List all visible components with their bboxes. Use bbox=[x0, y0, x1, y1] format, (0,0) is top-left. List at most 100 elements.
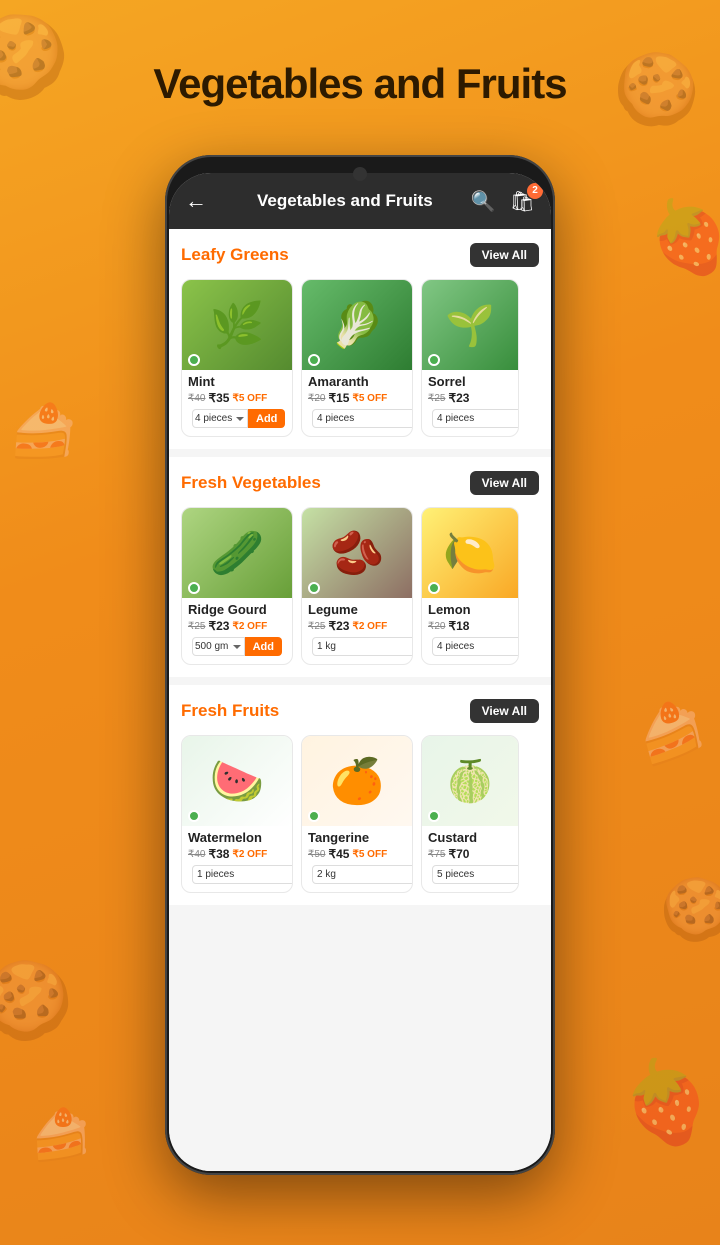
price-old-watermelon: ₹40 bbox=[188, 849, 206, 860]
products-row-leafy: 🌿 Mint ₹40 ₹35 ₹5 OFF bbox=[181, 279, 539, 437]
add-button-mint[interactable]: Add bbox=[248, 409, 285, 428]
view-all-leafy-button[interactable]: View All bbox=[470, 243, 539, 267]
section-fresh-fruits: Fresh Fruits View All 🍉 Watermelon bbox=[169, 685, 551, 905]
view-all-fruits-button[interactable]: View All bbox=[470, 699, 539, 723]
qty-input-tangerine[interactable] bbox=[312, 865, 413, 884]
product-info-ridge-gourd: Ridge Gourd ₹25 ₹23 ₹2 OFF 500 gm 250 gm bbox=[182, 598, 292, 656]
price-off-mint: ₹5 OFF bbox=[232, 393, 267, 404]
app-content: Leafy Greens View All 🌿 Mint ₹40 bbox=[169, 229, 551, 1171]
fresh-indicator-mint bbox=[188, 354, 200, 366]
product-prices-amaranth: ₹20 ₹15 ₹5 OFF bbox=[308, 391, 406, 405]
product-card-ridge-gourd: 🥒 Ridge Gourd ₹25 ₹23 ₹2 OFF bbox=[181, 507, 293, 665]
qty-input-lemon[interactable] bbox=[432, 637, 519, 656]
price-off-amaranth: ₹5 OFF bbox=[352, 393, 387, 404]
products-row-fruits: 🍉 Watermelon ₹40 ₹38 ₹2 OFF bbox=[181, 735, 539, 893]
price-new-mint: ₹35 bbox=[209, 391, 230, 405]
product-controls-watermelon: Add bbox=[188, 865, 286, 884]
product-info-mint: Mint ₹40 ₹35 ₹5 OFF 4 pieces 2 pieces bbox=[182, 370, 292, 428]
product-card-watermelon: 🍉 Watermelon ₹40 ₹38 ₹2 OFF bbox=[181, 735, 293, 893]
section-header-fruits: Fresh Fruits View All bbox=[181, 699, 539, 723]
fresh-indicator-custard bbox=[428, 810, 440, 822]
product-image-lemon: 🍋 bbox=[422, 508, 518, 598]
product-prices-watermelon: ₹40 ₹38 ₹2 OFF bbox=[188, 847, 286, 861]
fresh-indicator-amaranth bbox=[308, 354, 320, 366]
product-prices-custard: ₹75 ₹70 bbox=[428, 847, 512, 861]
fresh-indicator-watermelon bbox=[188, 810, 200, 822]
product-card-amaranth: 🥬 Amaranth ₹20 ₹15 ₹5 OFF bbox=[301, 279, 413, 437]
product-name-tangerine: Tangerine bbox=[308, 830, 406, 845]
price-off-tangerine: ₹5 OFF bbox=[352, 849, 387, 860]
product-prices-tangerine: ₹50 ₹45 ₹5 OFF bbox=[308, 847, 406, 861]
product-info-amaranth: Amaranth ₹20 ₹15 ₹5 OFF Add bbox=[302, 370, 412, 428]
product-name-lemon: Lemon bbox=[428, 602, 512, 617]
product-prices-ridge-gourd: ₹25 ₹23 ₹2 OFF bbox=[188, 619, 286, 633]
qty-input-custard[interactable] bbox=[432, 865, 519, 884]
section-leafy-greens: Leafy Greens View All 🌿 Mint ₹40 bbox=[169, 229, 551, 449]
price-old-legume: ₹25 bbox=[308, 621, 326, 632]
price-off-watermelon: ₹2 OFF bbox=[232, 849, 267, 860]
app-header: ← Vegetables and Fruits 🔍 🛍 2 bbox=[169, 173, 551, 229]
product-controls-mint: 4 pieces 2 pieces 6 pieces Add bbox=[188, 409, 286, 428]
cart-badge: 2 bbox=[527, 183, 543, 199]
price-old-custard: ₹75 bbox=[428, 849, 446, 860]
product-image-ridge-gourd: 🥒 bbox=[182, 508, 292, 598]
product-name-custard: Custard bbox=[428, 830, 512, 845]
product-info-custard: Custard ₹75 ₹70 bbox=[422, 826, 518, 884]
price-new-watermelon: ₹38 bbox=[209, 847, 230, 861]
product-info-watermelon: Watermelon ₹40 ₹38 ₹2 OFF Add bbox=[182, 826, 292, 884]
product-info-lemon: Lemon ₹20 ₹18 bbox=[422, 598, 518, 656]
product-controls-sorrel bbox=[428, 409, 512, 428]
page-title: Vegetables and Fruits bbox=[0, 60, 720, 108]
product-controls-lemon bbox=[428, 637, 512, 656]
product-card-tangerine: 🍊 Tangerine ₹50 ₹45 ₹5 OFF bbox=[301, 735, 413, 893]
product-image-mint: 🌿 bbox=[182, 280, 292, 370]
price-old-mint: ₹40 bbox=[188, 393, 206, 404]
price-off-ridge-gourd: ₹2 OFF bbox=[232, 621, 267, 632]
qty-input-amaranth[interactable] bbox=[312, 409, 413, 428]
add-button-ridge-gourd[interactable]: Add bbox=[245, 637, 282, 656]
search-icon[interactable]: 🔍 bbox=[471, 189, 496, 214]
products-row-vegetables: 🥒 Ridge Gourd ₹25 ₹23 ₹2 OFF bbox=[181, 507, 539, 665]
header-title: Vegetables and Fruits bbox=[219, 191, 471, 211]
product-prices-legume: ₹25 ₹23 ₹2 OFF bbox=[308, 619, 406, 633]
product-controls-tangerine: Add bbox=[308, 865, 406, 884]
product-card-mint: 🌿 Mint ₹40 ₹35 ₹5 OFF bbox=[181, 279, 293, 437]
price-new-ridge-gourd: ₹23 bbox=[209, 619, 230, 633]
cart-icon[interactable]: 🛍 2 bbox=[510, 189, 535, 214]
header-icons: 🔍 🛍 2 bbox=[471, 189, 535, 214]
qty-select-ridge-gourd[interactable]: 500 gm 250 gm 1 kg bbox=[192, 637, 245, 656]
section-header-vegetables: Fresh Vegetables View All bbox=[181, 471, 539, 495]
price-new-sorrel: ₹23 bbox=[449, 391, 470, 405]
phone-screen: ← Vegetables and Fruits 🔍 🛍 2 Leafy Gree… bbox=[169, 173, 551, 1171]
qty-input-legume[interactable] bbox=[312, 637, 413, 656]
phone-notch bbox=[353, 167, 367, 181]
price-old-sorrel: ₹25 bbox=[428, 393, 446, 404]
product-name-legume: Legume bbox=[308, 602, 406, 617]
product-prices-mint: ₹40 ₹35 ₹5 OFF bbox=[188, 391, 286, 405]
qty-select-mint[interactable]: 4 pieces 2 pieces 6 pieces bbox=[192, 409, 248, 428]
price-new-lemon: ₹18 bbox=[449, 619, 470, 633]
view-all-vegetables-button[interactable]: View All bbox=[470, 471, 539, 495]
price-old-tangerine: ₹50 bbox=[308, 849, 326, 860]
product-controls-ridge-gourd: 500 gm 250 gm 1 kg Add bbox=[188, 637, 286, 656]
section-title-leafy: Leafy Greens bbox=[181, 245, 289, 265]
product-image-tangerine: 🍊 bbox=[302, 736, 412, 826]
qty-input-watermelon[interactable] bbox=[192, 865, 293, 884]
fresh-indicator-legume bbox=[308, 582, 320, 594]
product-info-legume: Legume ₹25 ₹23 ₹2 OFF Add bbox=[302, 598, 412, 656]
product-card-lemon: 🍋 Lemon ₹20 ₹18 bbox=[421, 507, 519, 665]
price-old-amaranth: ₹20 bbox=[308, 393, 326, 404]
product-card-legume: 🫘 Legume ₹25 ₹23 ₹2 OFF bbox=[301, 507, 413, 665]
product-name-ridge-gourd: Ridge Gourd bbox=[188, 602, 286, 617]
product-controls-legume: Add bbox=[308, 637, 406, 656]
product-name-amaranth: Amaranth bbox=[308, 374, 406, 389]
product-prices-sorrel: ₹25 ₹23 bbox=[428, 391, 512, 405]
product-image-legume: 🫘 bbox=[302, 508, 412, 598]
price-new-amaranth: ₹15 bbox=[329, 391, 350, 405]
product-controls-amaranth: Add bbox=[308, 409, 406, 428]
product-name-mint: Mint bbox=[188, 374, 286, 389]
fresh-indicator-sorrel bbox=[428, 354, 440, 366]
section-fresh-vegetables: Fresh Vegetables View All 🥒 Ridge Gourd bbox=[169, 457, 551, 677]
qty-input-sorrel[interactable] bbox=[432, 409, 519, 428]
back-button[interactable]: ← bbox=[185, 188, 207, 214]
